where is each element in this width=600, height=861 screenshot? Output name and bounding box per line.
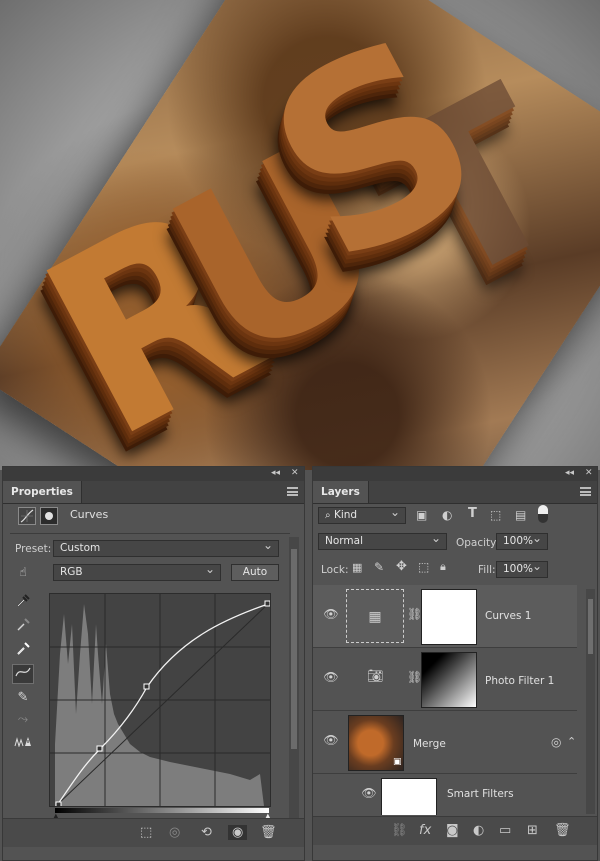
properties-scroll-thumb[interactable] <box>291 549 297 749</box>
search-icon: ⌕ <box>325 510 331 521</box>
lock-image-brush-icon[interactable]: ✎ <box>374 560 384 574</box>
properties-tab-row: Properties <box>3 481 304 504</box>
add-mask-icon[interactable]: ◙ <box>446 823 459 838</box>
mask-link-icon[interactable]: ⛓ <box>407 607 422 621</box>
smooth-curve-icon[interactable]: ⤳ <box>12 710 34 730</box>
smart-filter-icon[interactable]: ◎ <box>551 735 561 749</box>
filter-smart-object-icon[interactable]: ▤ <box>515 508 526 522</box>
lock-all-icon[interactable]: 🔒︎ <box>440 560 446 574</box>
blend-mode-dropdown[interactable]: Normal <box>318 531 447 550</box>
layers-list: 👁︎ ▦ ⛓ Curves 1 👁︎ 📷︎ ⛓ Photo Filter 1 👁… <box>313 585 583 815</box>
properties-footer: ⬚ ◎ ⟲ ◉ 🗑 <box>3 818 304 847</box>
layer-row-photo-filter[interactable]: 👁︎ 📷︎ ⛓ Photo Filter 1 <box>313 648 577 711</box>
collapse-icon[interactable]: ◂◂ <box>271 468 280 478</box>
collapse-arrow-icon[interactable]: ⌃ <box>567 735 576 748</box>
layer-row-merge[interactable]: 👁︎ ▣ Merge ◎ ⌃ <box>313 711 577 774</box>
layers-menu-icon[interactable] <box>580 487 591 496</box>
view-previous-state-icon[interactable]: ◎ <box>169 825 180 840</box>
layers-collapse-strip: ◂◂ ✕ <box>313 467 597 481</box>
close-icon[interactable]: ✕ <box>291 468 299 478</box>
panel-collapse-strip: ◂◂ ✕ <box>3 467 304 481</box>
smart-object-badge-icon: ▣ <box>393 757 402 767</box>
new-group-folder-icon[interactable]: ▭ <box>499 823 511 838</box>
layers-scrollbar[interactable] <box>586 589 595 814</box>
layer-row-smart-filters[interactable]: 👁︎ Smart Filters <box>313 774 577 815</box>
gray-point-eyedropper-icon[interactable] <box>12 618 34 638</box>
visibility-eye-icon[interactable]: 👁︎ <box>321 607 341 627</box>
draw-curve-pencil-icon[interactable]: ✎ <box>12 688 34 708</box>
lock-transparent-icon[interactable]: ▦ <box>352 561 362 574</box>
smart-filters-mask-thumbnail[interactable] <box>381 778 437 815</box>
curves-layer-thumbnail[interactable]: ▦ <box>346 589 404 643</box>
layers-tab-row: Layers <box>313 481 597 504</box>
opacity-field[interactable]: 100% <box>496 531 548 550</box>
preset-label: Preset: <box>15 543 52 555</box>
curves-mask-thumbnail[interactable] <box>421 589 477 645</box>
filter-adjustment-icon[interactable]: ◐ <box>442 508 452 522</box>
adjustment-title: Curves <box>70 508 109 521</box>
tab-layers[interactable]: Layers <box>313 481 369 503</box>
visibility-eye-icon[interactable]: 👁︎ <box>359 786 379 806</box>
preset-dropdown[interactable]: Custom <box>53 538 279 557</box>
black-point-eyedropper-icon[interactable] <box>12 594 34 614</box>
layers-close-icon[interactable]: ✕ <box>585 468 593 478</box>
layer-mask-icon[interactable] <box>40 507 58 525</box>
lock-position-icon[interactable]: ✥ <box>396 559 407 574</box>
input-gradient-bar <box>55 808 269 813</box>
opacity-label: Opacity: <box>456 537 500 549</box>
visibility-eye-icon[interactable]: 👁︎ <box>321 670 341 690</box>
filter-kind-dropdown[interactable]: ⌕ Kind <box>318 505 406 524</box>
filter-shape-icon[interactable]: ⬚ <box>490 508 501 522</box>
filter-kind-label: Kind <box>333 509 358 521</box>
fill-label: Fill: <box>478 564 496 576</box>
layers-scroll-thumb[interactable] <box>588 599 593 654</box>
fill-field[interactable]: 100% <box>496 559 548 578</box>
properties-scrollbar[interactable] <box>289 537 299 819</box>
layer-row-curves[interactable]: 👁︎ ▦ ⛓ Curves 1 <box>313 585 577 648</box>
curves-adjustment-icon[interactable] <box>18 507 36 525</box>
lock-artboard-icon[interactable]: ⬚ <box>418 560 429 574</box>
clip-to-layer-icon[interactable]: ⬚ <box>140 825 152 840</box>
curves-header: Curves <box>12 505 294 527</box>
mask-link-icon[interactable]: ⛓ <box>407 670 422 684</box>
tab-properties[interactable]: Properties <box>3 481 82 503</box>
delete-layer-icon[interactable]: 🗑 <box>554 823 571 838</box>
layers-collapse-icon[interactable]: ◂◂ <box>565 468 574 478</box>
layer-name[interactable]: Photo Filter 1 <box>485 675 554 687</box>
visibility-eye-icon[interactable]: 👁︎ <box>321 733 341 753</box>
channel-dropdown[interactable]: RGB <box>53 562 221 581</box>
filter-type-icon[interactable]: T <box>468 506 477 521</box>
curves-graph[interactable] <box>49 593 271 807</box>
auto-button[interactable]: Auto <box>231 564 279 581</box>
clipping-warning-icon[interactable] <box>12 735 34 755</box>
filter-toggle-icon[interactable] <box>538 505 548 523</box>
photo-filter-mask-thumbnail[interactable] <box>421 652 477 708</box>
lock-label: Lock: <box>321 564 349 576</box>
filter-pixel-icon[interactable]: ▣ <box>416 508 427 522</box>
new-adjustment-icon[interactable]: ◐ <box>473 823 484 838</box>
layer-name[interactable]: Merge <box>413 738 446 750</box>
layer-name[interactable]: Smart Filters <box>447 788 514 800</box>
edit-points-curve-icon[interactable] <box>12 664 34 684</box>
canvas-artwork: T R U S <box>0 0 600 470</box>
add-style-icon[interactable]: fx <box>419 823 431 838</box>
reset-icon[interactable]: ⟲ <box>201 825 212 840</box>
layers-footer: ⛓ fx ◙ ◐ ▭ ⊞ 🗑 <box>313 816 597 845</box>
new-layer-icon[interactable]: ⊞ <box>527 823 538 838</box>
photo-filter-camera-icon: 📷︎ <box>367 669 384 684</box>
panel-menu-icon[interactable] <box>287 487 298 496</box>
link-layers-icon[interactable]: ⛓ <box>391 823 408 838</box>
target-adjust-hand-icon[interactable]: ☝ <box>12 562 34 582</box>
visibility-eye-icon[interactable]: ◉ <box>228 825 248 840</box>
delete-icon[interactable]: 🗑 <box>260 825 277 840</box>
white-point-eyedropper-icon[interactable] <box>12 642 34 662</box>
layer-name[interactable]: Curves 1 <box>485 610 531 622</box>
divider <box>10 533 290 534</box>
